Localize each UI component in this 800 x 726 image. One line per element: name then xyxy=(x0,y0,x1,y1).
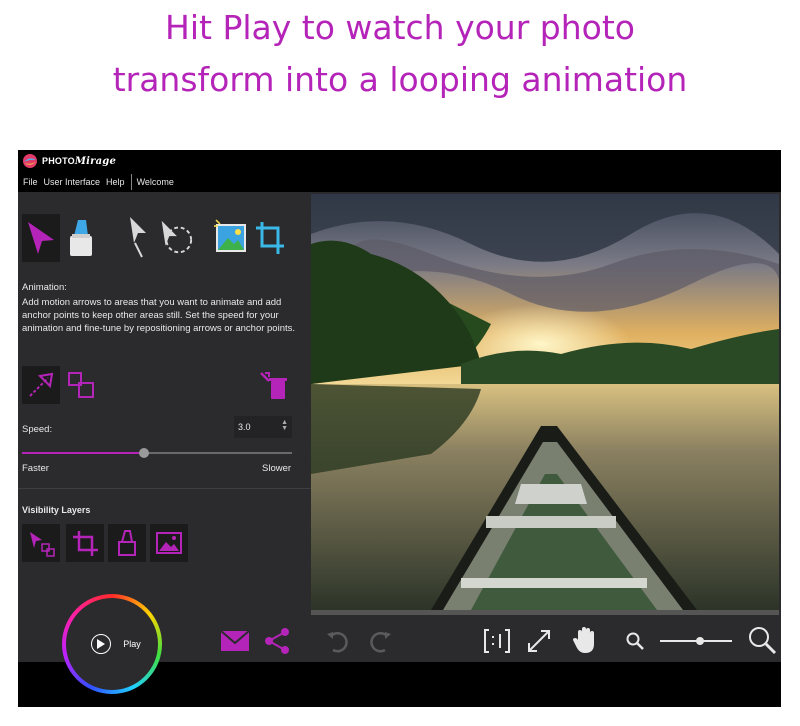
redo-icon xyxy=(370,631,391,653)
speed-label: Speed: xyxy=(22,424,53,435)
motion-arrow-small-icon xyxy=(29,372,54,397)
play-triangle-icon xyxy=(97,639,106,649)
zoom-slider-knob[interactable] xyxy=(695,637,704,645)
menu-user-interface[interactable]: User Interface xyxy=(42,177,105,187)
zoom-in-magnifier-icon xyxy=(749,627,777,655)
motion-arrow-icon xyxy=(28,222,54,254)
speed-slider[interactable] xyxy=(22,448,292,458)
image-tool-button[interactable] xyxy=(212,214,250,262)
multi-select-mode-button[interactable] xyxy=(62,366,100,404)
menu-file[interactable]: File xyxy=(21,177,42,187)
undo-button[interactable] xyxy=(324,627,352,655)
photo-canvas[interactable] xyxy=(311,192,781,618)
speed-value: 3.0 xyxy=(238,422,251,432)
zoom-out-magnifier-icon xyxy=(626,632,644,650)
slower-label: Slower xyxy=(262,463,292,474)
play-circle xyxy=(91,634,112,654)
panel-divider xyxy=(18,488,311,489)
play-label: Play xyxy=(123,639,141,649)
motion-arrow-mode-button[interactable] xyxy=(22,366,60,404)
share-icon xyxy=(265,628,289,654)
headline-line-1: Hit Play to watch your photo xyxy=(165,8,635,47)
speed-stepper[interactable]: 3.0 ▲ ▼ xyxy=(234,416,292,438)
headline-line-2: transform into a looping animation xyxy=(112,60,688,99)
crop-layer-icon xyxy=(73,531,98,556)
animation-description: Add motion arrows to areas that you want… xyxy=(22,297,296,334)
animation-title: Animation: xyxy=(22,282,67,293)
fit-to-window-button[interactable] xyxy=(524,627,554,655)
menu-help[interactable]: Help xyxy=(104,177,129,187)
lake-canoe-photo xyxy=(311,194,779,610)
crop-icon xyxy=(256,222,284,254)
tool-panel: Animation: Add motion arrows to areas th… xyxy=(18,192,311,618)
envelope-icon xyxy=(220,630,250,651)
delete-trash-icon xyxy=(260,372,287,399)
mask-brush-icon xyxy=(70,220,92,256)
play-button[interactable]: Play xyxy=(62,594,162,694)
menu-bar: File User Interface Help Welcome xyxy=(18,172,781,192)
anchor-point-tool-button[interactable] xyxy=(118,214,156,262)
undo-icon xyxy=(327,631,348,653)
mask-layer-icon xyxy=(118,530,136,556)
visibility-mask-toggle[interactable] xyxy=(108,524,146,562)
brand-name: Mirage xyxy=(74,155,117,167)
app-brand: PHOTOMirage xyxy=(42,156,116,167)
anchor-pin-icon xyxy=(130,217,146,258)
mask-tool-button[interactable] xyxy=(62,214,100,262)
hand-icon xyxy=(573,627,594,653)
arrows-layer-icon xyxy=(30,532,55,557)
share-button[interactable] xyxy=(262,626,292,656)
faster-label: Faster xyxy=(22,463,49,474)
image-icon xyxy=(214,219,246,252)
canvas-horizontal-scrollbar[interactable] xyxy=(311,610,779,615)
zoom-slider[interactable] xyxy=(660,636,732,646)
visibility-crop-toggle[interactable] xyxy=(66,524,104,562)
visibility-arrows-toggle[interactable] xyxy=(22,524,60,562)
zoom-in-button[interactable] xyxy=(746,624,778,656)
zoom-out-button[interactable] xyxy=(624,630,646,652)
title-bar: PHOTOMirage xyxy=(18,150,781,172)
redo-button[interactable] xyxy=(366,627,394,655)
photomirage-logo-icon xyxy=(23,154,37,168)
speed-slider-knob[interactable] xyxy=(138,448,149,458)
app-window: PHOTOMirage File User Interface Help Wel… xyxy=(18,150,781,707)
stepper-arrows-icon[interactable]: ▲ ▼ xyxy=(281,419,288,432)
menu-welcome[interactable]: Welcome xyxy=(135,177,178,187)
brand-prefix: PHOTO xyxy=(42,155,75,166)
image-layer-icon xyxy=(156,532,182,554)
expand-arrows-icon xyxy=(528,630,550,652)
visibility-layers-title: Visibility Layers xyxy=(22,505,91,515)
lasso-select-icon xyxy=(161,220,193,254)
delete-arrows-button[interactable] xyxy=(254,366,292,404)
pan-hand-button[interactable] xyxy=(570,625,600,655)
speed-slider-fill xyxy=(22,452,144,454)
selection-tool-button[interactable] xyxy=(156,214,194,262)
actual-size-button[interactable] xyxy=(482,627,512,655)
crop-tool-button[interactable] xyxy=(250,214,288,262)
tool-row xyxy=(22,210,307,266)
group-select-icon xyxy=(68,372,94,398)
headline: Hit Play to watch your photo transform i… xyxy=(0,0,800,106)
menu-separator xyxy=(130,174,132,190)
visibility-image-toggle[interactable] xyxy=(150,524,188,562)
actual-size-icon xyxy=(484,629,510,653)
motion-arrow-tool-button[interactable] xyxy=(22,214,60,262)
email-button[interactable] xyxy=(220,628,250,654)
